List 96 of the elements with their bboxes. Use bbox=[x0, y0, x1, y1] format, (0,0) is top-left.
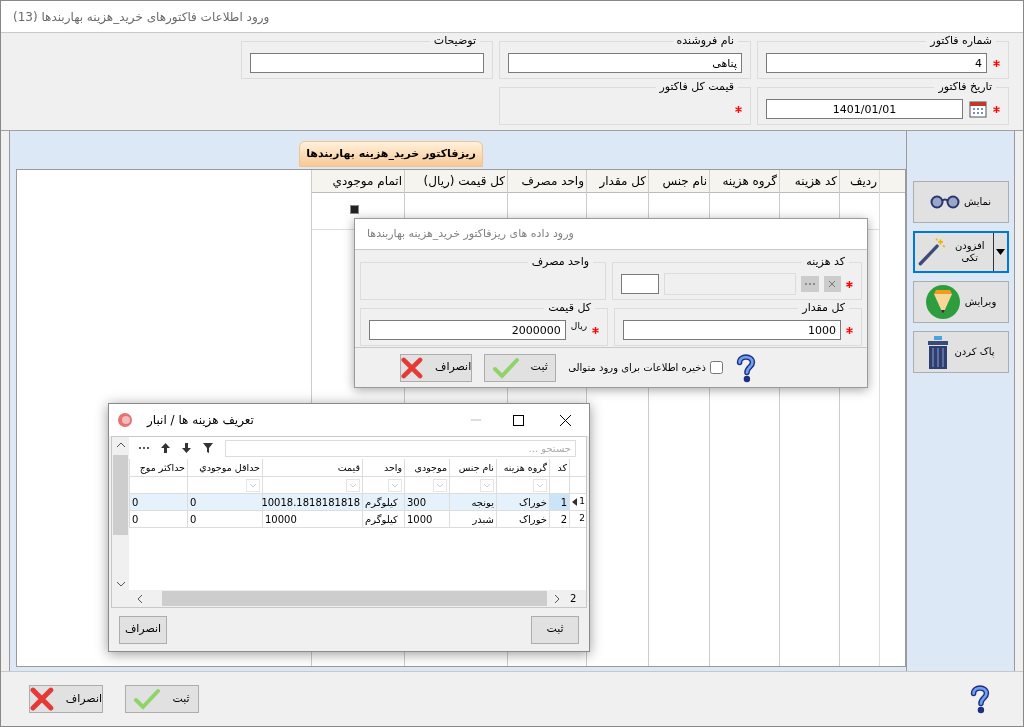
column-header[interactable]: گروه هزینه bbox=[496, 459, 549, 476]
scroll-right-icon[interactable] bbox=[555, 594, 560, 603]
cancel-button[interactable]: انصراف bbox=[400, 353, 473, 382]
column-header[interactable]: نام جنس bbox=[449, 459, 496, 476]
date-field[interactable]: 1401/01/01 bbox=[766, 99, 963, 119]
column-header[interactable]: موجودی bbox=[404, 459, 449, 476]
window-title: ورود اطلاعات فاکتورهای خرید_هزینه بهاربندها (13) bbox=[13, 8, 270, 26]
cancel-button[interactable]: انصراف bbox=[29, 685, 103, 713]
column-header[interactable]: واحد bbox=[362, 459, 404, 476]
column-header[interactable]: گروه هزینه bbox=[710, 170, 779, 193]
check-icon bbox=[134, 688, 161, 710]
calendar-icon[interactable] bbox=[969, 100, 987, 118]
number-field[interactable]: 2000000 bbox=[369, 320, 566, 340]
column-header[interactable]: کل قیمت (ریال) bbox=[405, 170, 507, 193]
table-cell: 0 bbox=[129, 494, 187, 510]
field-label: قیمت کل فاکتور bbox=[655, 80, 738, 94]
column-header[interactable]: ردیف bbox=[840, 170, 879, 193]
table-cell: 10000 bbox=[262, 511, 362, 527]
question-mark-icon[interactable] bbox=[969, 683, 991, 715]
column-header[interactable]: واحد مصرف bbox=[508, 170, 586, 193]
toolbar-button[interactable]: ویرایش bbox=[912, 281, 1009, 323]
column-header[interactable]: کد هزینه bbox=[780, 170, 839, 193]
row-pointer-icon bbox=[572, 498, 578, 506]
toolbar-button[interactable]: پاک کردن bbox=[912, 331, 1009, 373]
field-label: واحد مصرف bbox=[527, 255, 593, 269]
number-field[interactable]: 1000 bbox=[623, 320, 841, 340]
pencil-icon bbox=[924, 284, 961, 320]
column-header[interactable]: قیمت bbox=[262, 459, 362, 476]
check-icon bbox=[492, 356, 519, 379]
field-label: نام فروشنده bbox=[672, 34, 738, 48]
dialog-button[interactable]: انصراف bbox=[119, 615, 167, 644]
table-cell: 300 bbox=[404, 494, 449, 510]
toolbar-button[interactable]: نمایش bbox=[912, 181, 1009, 223]
window-title: تعریف هزینه ها / انبار bbox=[147, 412, 254, 429]
column-header[interactable]: نام جنس bbox=[649, 170, 709, 193]
text-field[interactable] bbox=[250, 53, 484, 73]
app-icon bbox=[117, 412, 133, 428]
save-button[interactable]: ثبت bbox=[484, 353, 557, 382]
field-label: کل مقدار bbox=[798, 301, 849, 315]
cross-icon bbox=[401, 355, 423, 380]
glasses-icon bbox=[929, 195, 960, 209]
filter-icon[interactable] bbox=[203, 443, 213, 453]
scrollbar-thumb[interactable] bbox=[113, 455, 128, 535]
checkbox-label: ذخیره اطلاعات برای ورود متوالی bbox=[568, 361, 706, 375]
column-header[interactable]: حداکثر موج bbox=[129, 459, 187, 476]
clear-button[interactable] bbox=[823, 276, 842, 292]
table-cell: کیلوگرم bbox=[362, 494, 404, 510]
field-label: کد هزینه bbox=[802, 255, 849, 269]
checkbox[interactable] bbox=[710, 361, 723, 374]
table-cell: 1 bbox=[549, 494, 569, 510]
code-field[interactable] bbox=[621, 274, 659, 294]
table-cell: 1000 bbox=[404, 511, 449, 527]
text-field[interactable]: پناهی bbox=[508, 53, 742, 73]
table-cell: شبدر bbox=[449, 511, 496, 527]
tab[interactable]: ریزفاکتور خرید_هزینه بهاربندها bbox=[299, 141, 483, 167]
square-icon bbox=[350, 205, 359, 214]
x-icon bbox=[829, 281, 836, 287]
maximize-icon[interactable] bbox=[513, 414, 524, 426]
question-mark-icon[interactable] bbox=[735, 352, 757, 383]
dialog-title: ورود داده های ریزفاکتور خرید_هزینه بهاربندها bbox=[367, 225, 574, 242]
row-number: 2 bbox=[579, 512, 585, 526]
field-label: توضیحات bbox=[429, 34, 480, 48]
table-cell: 2 bbox=[549, 511, 569, 527]
field-label: تاریخ فاکتور bbox=[934, 80, 996, 94]
column-header[interactable]: کل مقدار bbox=[587, 170, 648, 193]
row-number: 1 bbox=[579, 495, 585, 509]
scroll-up-icon[interactable] bbox=[116, 442, 125, 447]
arrow-up-icon[interactable] bbox=[161, 443, 170, 453]
table-cell: 0 bbox=[187, 494, 262, 510]
table-cell: خوراک bbox=[496, 494, 549, 510]
close-icon[interactable] bbox=[560, 414, 571, 426]
scroll-down-icon[interactable] bbox=[116, 582, 125, 587]
table-cell: خوراک bbox=[496, 511, 549, 527]
table-cell: 0 bbox=[129, 511, 187, 527]
field-label: شماره فاکتور bbox=[926, 34, 996, 48]
field-label: کل قیمت bbox=[544, 301, 595, 315]
search-field[interactable]: جستجو ... bbox=[225, 439, 576, 457]
column-header[interactable]: حداقل موجودي bbox=[187, 459, 262, 476]
caret-down-icon[interactable] bbox=[995, 249, 1005, 255]
table-cell: 10018.1818181818 bbox=[262, 494, 362, 510]
save-button[interactable]: ثبت bbox=[125, 685, 199, 713]
table-cell: یونجه bbox=[449, 494, 496, 510]
scroll-left-icon[interactable] bbox=[137, 594, 142, 603]
trash-can-icon bbox=[926, 334, 951, 370]
column-header[interactable]: کد bbox=[549, 459, 569, 476]
table-cell: 0 bbox=[187, 511, 262, 527]
dialog-button[interactable]: ثبت bbox=[531, 615, 579, 644]
toolbar-button[interactable]: افزودن تکی bbox=[912, 231, 1009, 273]
unit-label: ریال bbox=[570, 320, 587, 333]
cross-icon bbox=[30, 687, 54, 711]
arrow-down-icon[interactable] bbox=[182, 443, 191, 453]
column-header[interactable]: اتمام موجودي bbox=[312, 170, 404, 193]
record-count: 2 bbox=[570, 592, 577, 606]
text-field[interactable]: 4 bbox=[766, 53, 987, 73]
scrollbar-thumb[interactable] bbox=[162, 591, 547, 606]
table-cell: کیلوگرم bbox=[362, 511, 404, 527]
